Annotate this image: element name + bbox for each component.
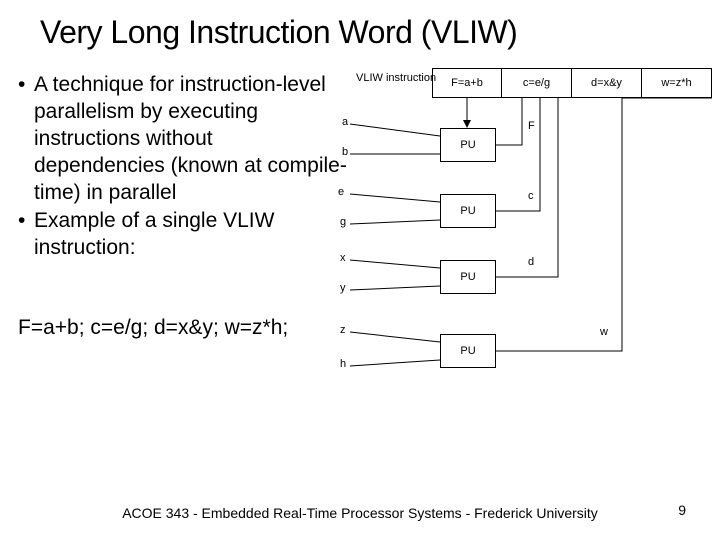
bullet-dot: •	[18, 72, 34, 206]
bullet-text: A technique for instruction-level parall…	[34, 72, 348, 206]
vliw-diagram: VLIW instruction F=a+b c=e/g d=x&y w=z*h…	[336, 68, 716, 448]
bullet-item: • Example of a single VLIW instruction:	[18, 208, 348, 262]
page-number: 9	[678, 502, 686, 518]
body-text: • A technique for instruction-level para…	[18, 72, 348, 264]
bullet-dot: •	[18, 208, 34, 262]
bullet-item: • A technique for instruction-level para…	[18, 72, 348, 206]
code-example: F=a+b; c=e/g; d=x&y; w=z*h;	[18, 316, 288, 340]
bullet-text: Example of a single VLIW instruction:	[34, 208, 348, 262]
footer-text: ACOE 343 - Embedded Real-Time Processor …	[0, 504, 720, 522]
diagram-wires	[336, 68, 716, 448]
page-title: Very Long Instruction Word (VLIW)	[40, 14, 700, 51]
slide: Very Long Instruction Word (VLIW) • A te…	[0, 0, 720, 540]
